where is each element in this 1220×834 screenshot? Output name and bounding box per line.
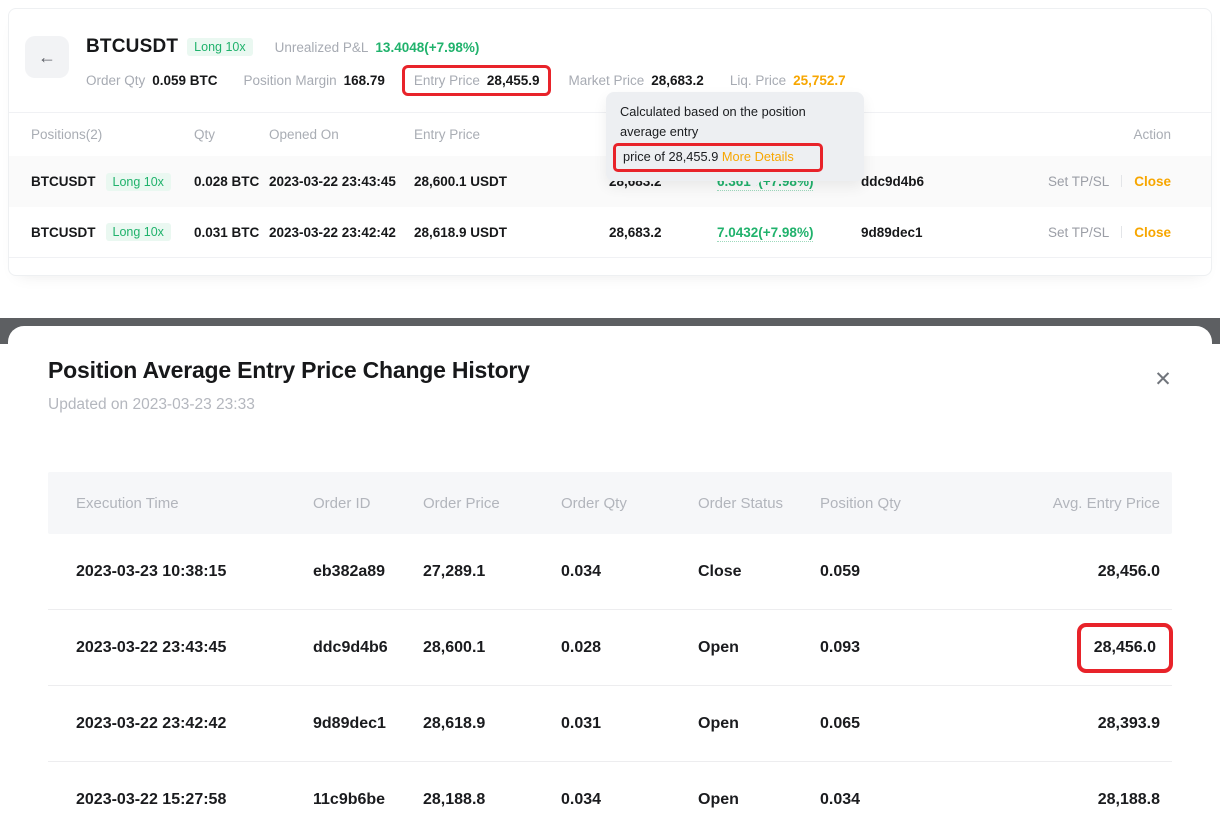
entry-price-history-modal: Position Average Entry Price Change Hist… — [8, 326, 1212, 834]
row-entry-price: 28,618.9 USDT — [414, 225, 609, 240]
row-qty: 0.028 BTC — [194, 174, 269, 189]
column-header-order-status: Order Status — [698, 495, 820, 512]
stat-market-price: Market Price 28,683.2 — [568, 73, 703, 88]
close-position-button[interactable]: Close — [1134, 225, 1171, 240]
cell-position-qty: 0.034 — [820, 791, 975, 809]
column-header-order-qty: Order Qty — [561, 495, 698, 512]
cell-execution-time: 2023-03-22 23:43:45 — [76, 639, 313, 657]
row-symbol: BTCUSDT — [31, 174, 96, 189]
annotation-box-tooltip: price of 28,455.9 More Details — [613, 143, 823, 172]
row-entry-price: 28,600.1 USDT — [414, 174, 609, 189]
row-opened-on: 2023-03-22 23:42:42 — [269, 225, 414, 240]
more-details-link[interactable]: More Details — [722, 149, 794, 164]
stat-entry-price: Entry Price 28,455.9 — [411, 70, 543, 91]
column-header-qty: Qty — [194, 127, 269, 142]
cell-order-status: Open — [698, 639, 820, 657]
cell-position-qty: 0.065 — [820, 715, 975, 733]
position-summary: BTCUSDT Long 10x Unrealized P&L 13.4048(… — [86, 36, 872, 91]
close-icon: ✕ — [1154, 367, 1172, 392]
cell-order-price: 27,289.1 — [423, 563, 561, 581]
set-tpsl-button[interactable]: Set TP/SL — [1048, 174, 1109, 189]
column-header-order-id: Order ID — [313, 495, 423, 512]
modal-title: Position Average Entry Price Change Hist… — [48, 356, 1172, 384]
back-arrow-icon: ← — [38, 47, 56, 68]
close-position-button[interactable]: Close — [1134, 174, 1171, 189]
entry-price-tooltip: Calculated based on the position average… — [606, 92, 864, 181]
action-divider — [1121, 175, 1122, 187]
cell-execution-time: 2023-03-23 10:38:15 — [76, 563, 313, 581]
column-header-execution-time: Execution Time — [76, 495, 313, 512]
cell-order-qty: 0.034 — [561, 791, 698, 809]
cell-execution-time: 2023-03-22 23:42:42 — [76, 715, 313, 733]
position-row-2: BTCUSDT Long 10x 0.031 BTC 2023-03-22 23… — [9, 207, 1211, 258]
column-header-positions: Positions(2) — [31, 127, 194, 142]
cell-order-status: Open — [698, 791, 820, 809]
tooltip-arrow — [746, 180, 762, 188]
row-leverage-badge: Long 10x — [106, 173, 171, 191]
row-market-price: 28,683.2 — [609, 225, 717, 240]
column-header-avg-entry-price: Avg. Entry Price — [975, 495, 1160, 512]
annotation-box-avg-entry: 28,456.0 — [1077, 623, 1173, 673]
cell-avg-entry-price: 28,393.9 — [975, 715, 1160, 733]
history-row-4: 2023-03-22 15:27:58 11c9b6be 28,188.8 0.… — [48, 762, 1172, 834]
row-qty: 0.031 BTC — [194, 225, 269, 240]
row-unrealized-pnl[interactable]: 7.0432(+7.98%) — [717, 225, 861, 240]
cell-position-qty: 0.059 — [820, 563, 975, 581]
stat-liq-price: Liq. Price 25,752.7 — [730, 73, 846, 88]
row-order-id: ddc9d4b6 — [861, 174, 1031, 189]
back-button[interactable]: ← — [25, 36, 69, 78]
cell-avg-entry-price: 28,456.0 — [975, 563, 1160, 581]
unrealized-pnl-value: 13.4048(+7.98%) — [375, 40, 479, 55]
cell-position-qty: 0.093 — [820, 639, 975, 657]
tooltip-line2: price of 28,455.9 — [623, 149, 722, 164]
stat-position-margin: Position Margin 168.79 — [244, 73, 385, 88]
cell-order-id: eb382a89 — [313, 563, 423, 581]
cell-avg-entry-price: 28,188.8 — [975, 791, 1160, 809]
cell-order-price: 28,188.8 — [423, 791, 561, 809]
tooltip-line1: Calculated based on the position average… — [620, 102, 850, 143]
row-order-id: 9d89dec1 — [861, 225, 1031, 240]
cell-order-qty: 0.031 — [561, 715, 698, 733]
unrealized-pnl-label: Unrealized P&L — [275, 40, 369, 55]
cell-order-id: 9d89dec1 — [313, 715, 423, 733]
modal-updated-timestamp: Updated on 2023-03-23 23:33 — [48, 396, 1172, 414]
history-row-3: 2023-03-22 23:42:42 9d89dec1 28,618.9 0.… — [48, 686, 1172, 762]
cell-order-price: 28,618.9 — [423, 715, 561, 733]
leverage-badge: Long 10x — [187, 38, 252, 56]
history-row-2: 2023-03-22 23:43:45 ddc9d4b6 28,600.1 0.… — [48, 610, 1172, 686]
cell-order-qty: 0.034 — [561, 563, 698, 581]
column-header-order-price: Order Price — [423, 495, 561, 512]
row-symbol: BTCUSDT — [31, 225, 96, 240]
column-header-opened-on: Opened On — [269, 127, 414, 142]
cell-avg-entry-price: 28,456.0 — [975, 635, 1160, 661]
cell-order-qty: 0.028 — [561, 639, 698, 657]
modal-close-button[interactable]: ✕ — [1146, 362, 1180, 396]
cell-order-price: 28,600.1 — [423, 639, 561, 657]
cell-execution-time: 2023-03-22 15:27:58 — [76, 791, 313, 809]
history-table-header: Execution Time Order ID Order Price Orde… — [48, 472, 1172, 534]
annotation-box-entry-price: Entry Price 28,455.9 — [402, 65, 552, 96]
symbol-title: BTCUSDT — [86, 36, 178, 58]
column-header-action: Action — [1031, 127, 1171, 142]
cell-order-status: Open — [698, 715, 820, 733]
row-leverage-badge: Long 10x — [106, 223, 171, 241]
column-header-position-qty: Position Qty — [820, 495, 975, 512]
history-row-1: 2023-03-23 10:38:15 eb382a89 27,289.1 0.… — [48, 534, 1172, 610]
cell-order-id: ddc9d4b6 — [313, 639, 423, 657]
column-header-entry-price: Entry Price — [414, 127, 609, 142]
row-opened-on: 2023-03-22 23:43:45 — [269, 174, 414, 189]
action-divider — [1121, 226, 1122, 238]
cell-order-id: 11c9b6be — [313, 791, 423, 809]
stat-order-qty: Order Qty 0.059 BTC — [86, 73, 218, 88]
set-tpsl-button[interactable]: Set TP/SL — [1048, 225, 1109, 240]
cell-order-status: Close — [698, 563, 820, 581]
